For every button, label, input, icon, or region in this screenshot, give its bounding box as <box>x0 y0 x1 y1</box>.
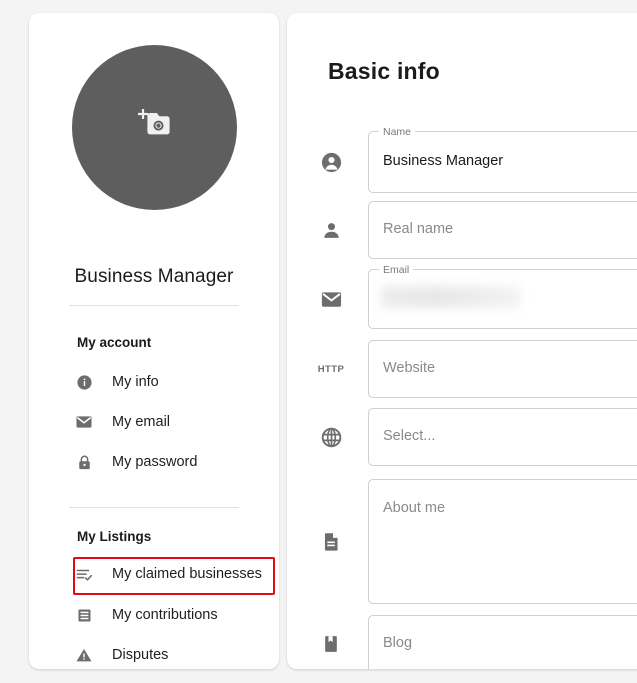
basic-info-card: Basic info Name Business Manager Real na… <box>287 13 637 669</box>
field-row-about-me: About me <box>315 479 637 604</box>
sidebar-item-my-contributions[interactable]: My contributions <box>73 599 273 631</box>
field-row-country: Select... <box>315 408 637 466</box>
sidebar-item-label: My contributions <box>112 607 218 623</box>
section-title-my-listings: My Listings <box>77 529 152 544</box>
document-text-icon <box>315 531 347 552</box>
field-row-name: Name Business Manager <box>315 124 637 193</box>
about-me-field[interactable]: About me <box>368 479 637 604</box>
page-title: Basic info <box>328 58 440 84</box>
website-field-placeholder: Website <box>383 360 436 376</box>
article-list-icon <box>73 607 95 624</box>
field-row-real-name: Real name <box>315 201 637 259</box>
name-field[interactable]: Name Business Manager <box>368 124 637 193</box>
avatar-container <box>29 45 279 210</box>
playlist-check-icon <box>73 565 95 584</box>
sidebar-item-label: My info <box>112 374 159 390</box>
lock-icon <box>73 454 95 471</box>
bookmark-icon <box>315 634 347 654</box>
sidebar-divider-bottom <box>69 507 239 508</box>
field-row-blog: Blog <box>315 615 637 669</box>
person-icon <box>315 220 347 241</box>
sidebar-item-my-password[interactable]: My password <box>73 446 273 478</box>
account-circle-icon <box>315 151 347 174</box>
name-field-value: Business Manager <box>383 153 504 169</box>
blog-field[interactable]: Blog <box>368 615 637 669</box>
http-icon: HTTP <box>317 363 345 375</box>
real-name-field[interactable]: Real name <box>368 201 637 259</box>
name-field-label: Name <box>379 124 416 140</box>
profile-card: Business Manager My account My info My e… <box>29 13 279 669</box>
avatar[interactable] <box>71 45 237 210</box>
country-select-placeholder: Select... <box>383 428 436 444</box>
warning-triangle-icon <box>73 646 95 664</box>
email-field-redacted-value <box>381 286 521 308</box>
sidebar-item-my-info[interactable]: My info <box>73 366 273 398</box>
country-select-field[interactable]: Select... <box>368 408 637 466</box>
add-photo-camera-icon <box>134 107 174 148</box>
real-name-field-placeholder: Real name <box>383 221 454 237</box>
sidebar-item-disputes[interactable]: Disputes <box>73 639 273 669</box>
website-field[interactable]: Website <box>368 340 637 398</box>
sidebar-item-my-email[interactable]: My email <box>73 406 273 438</box>
blog-field-placeholder: Blog <box>383 635 413 651</box>
sidebar-divider-top <box>69 305 239 306</box>
field-row-email: Email <box>315 262 637 329</box>
sidebar-item-label: Disputes <box>112 647 169 663</box>
section-title-my-account: My account <box>77 335 152 350</box>
sidebar-item-label: My password <box>112 454 198 470</box>
sidebar-item-label: My email <box>112 414 171 430</box>
email-field-label: Email <box>379 262 414 278</box>
email-field[interactable]: Email <box>368 262 637 329</box>
about-me-field-placeholder: About me <box>383 500 446 516</box>
field-row-website: HTTP Website <box>315 340 637 398</box>
envelope-icon <box>73 413 95 431</box>
globe-icon <box>315 426 347 449</box>
profile-name: Business Manager <box>74 266 234 287</box>
sidebar-item-label: My claimed businesses <box>112 566 262 582</box>
info-circle-icon <box>73 374 95 391</box>
sidebar-item-my-claimed-businesses[interactable]: My claimed businesses <box>73 558 273 590</box>
envelope-icon <box>315 288 347 311</box>
